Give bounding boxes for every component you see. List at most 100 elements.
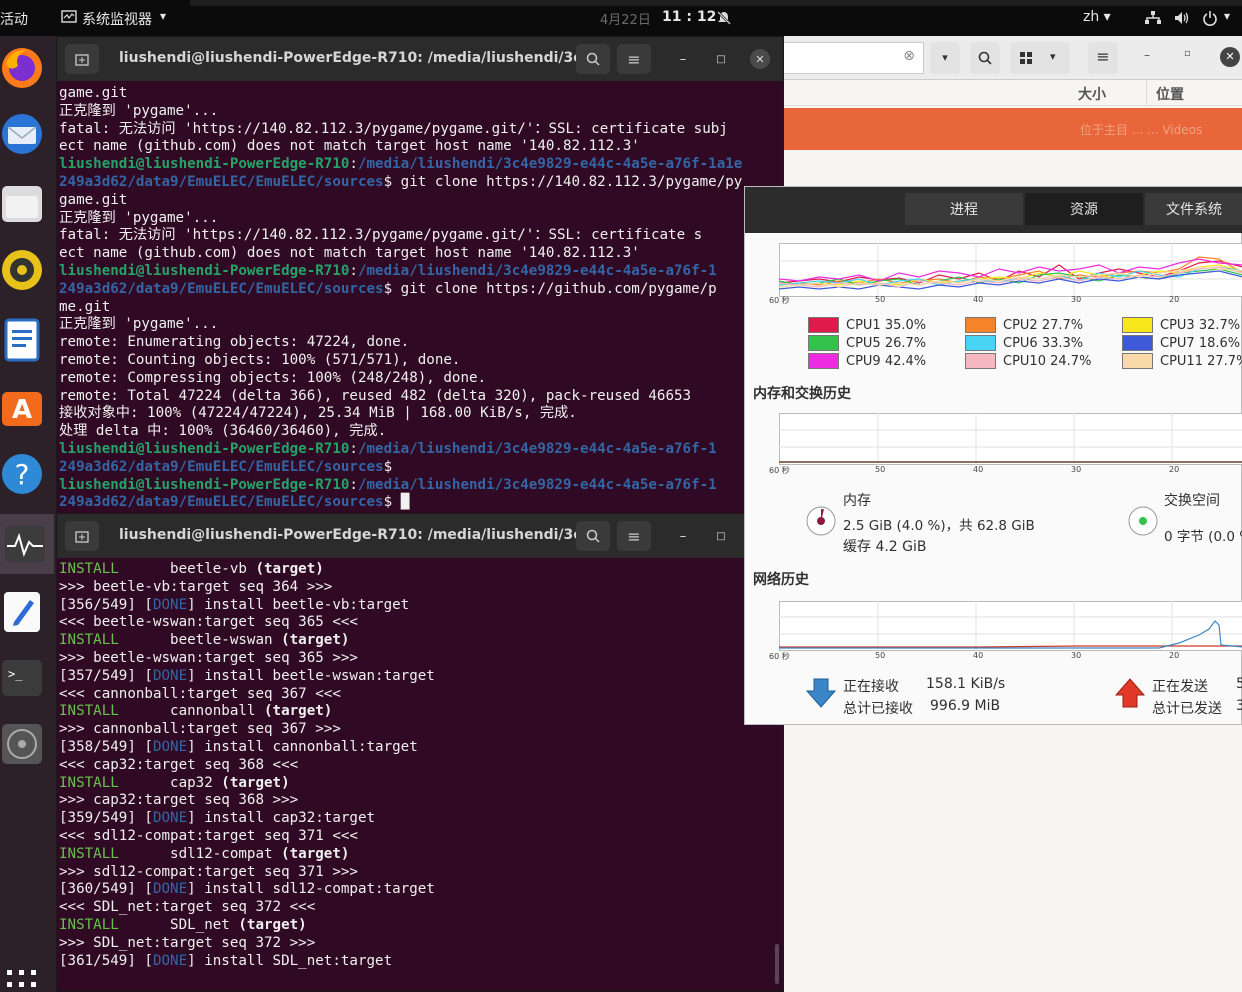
terminal-text: <<< cap32:target seq 368 <<<: [59, 756, 299, 773]
terminal-text: sdl12-compat: [118, 845, 282, 862]
new-tab-icon[interactable]: [65, 44, 99, 74]
terminal-2-output[interactable]: INSTALL beetle-vb (target) >>> beetle-vb:…: [57, 558, 783, 992]
minimize-icon[interactable]: –: [673, 49, 693, 69]
system-monitor-window[interactable]: 进程 资源 文件系统 60 秒 50 40 30 20 CPU1 35.0% C…: [744, 186, 1242, 725]
terminal-1-titlebar[interactable]: liushendi@liushendi-PowerEdge-R710: /med…: [57, 37, 783, 81]
terminal-window-1[interactable]: liushendi@liushendi-PowerEdge-R710: /med…: [56, 36, 784, 514]
terminal-line: <<< beetle-wswan:target seq 365 <<<: [59, 614, 783, 632]
cpu9-legend[interactable]: CPU9 42.4%: [808, 353, 926, 369]
search-options-dropdown[interactable]: ▾: [930, 42, 960, 74]
cpu5-value: 26.7%: [884, 335, 927, 351]
total-sent: 3: [1236, 698, 1242, 714]
cpu6-color-swatch[interactable]: [965, 335, 996, 351]
new-tab-icon[interactable]: [65, 521, 99, 551]
tab-filesystems[interactable]: 文件系统: [1145, 193, 1242, 225]
system-monitor-icon[interactable]: [3, 522, 47, 566]
terminal-search-icon[interactable]: [576, 44, 610, 74]
column-size[interactable]: 大小: [1078, 84, 1106, 104]
terminal-text: [357/549] [: [59, 667, 153, 684]
network-icon[interactable]: [1145, 11, 1161, 29]
cpu5-legend[interactable]: CPU5 26.7%: [808, 335, 926, 351]
tab-processes[interactable]: 进程: [905, 193, 1023, 225]
restore-icon[interactable]: ▫: [1184, 48, 1191, 59]
column-location[interactable]: 位置: [1156, 84, 1184, 104]
close-icon[interactable]: ✕: [1220, 47, 1240, 67]
terminal-2-titlebar[interactable]: liushendi@liushendi-PowerEdge-R710: /med…: [57, 514, 783, 558]
close-icon[interactable]: ✕: [750, 49, 770, 69]
terminal-scrollbar[interactable]: [775, 944, 779, 984]
terminal-line: <<< SDL_net:target seq 372 <<<: [59, 899, 783, 917]
system-menu-caret[interactable]: ▾: [1224, 9, 1230, 23]
cpu7-color-swatch[interactable]: [1122, 335, 1153, 351]
terminal-text: $ git clone https://github.com/pygame/p: [383, 280, 717, 297]
minimize-icon[interactable]: –: [1144, 48, 1150, 62]
cpu5-color-swatch[interactable]: [808, 335, 839, 351]
cpu1-color-swatch[interactable]: [808, 317, 839, 333]
cpu2-color-swatch[interactable]: [965, 317, 996, 333]
thunderbird-icon[interactable]: [0, 112, 44, 156]
apps-grid-icon[interactable]: [0, 964, 44, 992]
dock: A ? >_: [0, 36, 56, 992]
software-icon[interactable]: A: [0, 384, 44, 428]
help-icon[interactable]: ?: [0, 452, 44, 496]
terminal-line: 249a3d62/data9/EmuELEC/EmuELEC/sources$ …: [59, 281, 783, 299]
terminal-line: liushendi@liushendi-PowerEdge-R710:/medi…: [59, 263, 783, 281]
notification-off-icon[interactable]: [716, 10, 732, 30]
cpu11-color-swatch[interactable]: [1122, 353, 1153, 369]
terminal-window-2[interactable]: liushendi@liushendi-PowerEdge-R710: /med…: [56, 513, 784, 992]
terminal-text: INSTALL: [59, 916, 119, 933]
memory-pie-icon[interactable]: [805, 505, 837, 537]
view-toggle-button[interactable]: ▾: [1010, 42, 1070, 74]
minimize-icon[interactable]: –: [673, 526, 693, 546]
files-icon[interactable]: [0, 182, 44, 226]
clear-search-icon[interactable]: ⊗: [903, 48, 915, 64]
receive-arrow-icon[interactable]: [805, 677, 837, 709]
cpu2-legend[interactable]: CPU2 27.7%: [965, 317, 1083, 333]
app-menu-caret[interactable]: ▾: [160, 9, 166, 23]
terminal-line: 正克隆到 'pygame'...: [59, 210, 783, 228]
app-menu-label[interactable]: 系统监视器: [82, 9, 152, 29]
cpu1-legend[interactable]: CPU1 35.0%: [808, 317, 926, 333]
send-arrow-icon[interactable]: [1114, 677, 1146, 709]
disc-icon[interactable]: [0, 722, 44, 766]
file-row-location: 位于主目 ... ... Videos: [1080, 123, 1203, 137]
cpu3-legend[interactable]: CPU3 32.7%: [1122, 317, 1240, 333]
maximize-icon[interactable]: □: [711, 49, 731, 69]
terminal-icon[interactable]: >_: [0, 656, 44, 700]
power-icon[interactable]: [1202, 10, 1218, 30]
tab-resources[interactable]: 资源: [1025, 193, 1143, 225]
terminal-search-icon[interactable]: [576, 521, 610, 551]
input-method-menu[interactable]: zh ▾: [1083, 9, 1111, 25]
clock[interactable]: 11 : 12: [662, 9, 716, 25]
search-icon[interactable]: [970, 42, 1000, 74]
cpu6-legend[interactable]: CPU6 33.3%: [965, 335, 1083, 351]
cpu3-label: CPU3: [1160, 317, 1195, 333]
terminal-line: INSTALL SDL_net (target): [59, 917, 783, 935]
rhythmbox-icon[interactable]: [0, 248, 44, 292]
cpu-axis-50: 50: [875, 295, 886, 304]
terminal-menu-icon[interactable]: ≡: [617, 44, 651, 74]
cpu9-color-swatch[interactable]: [808, 353, 839, 369]
app-menu-icon[interactable]: [61, 10, 77, 28]
cpu10-legend[interactable]: CPU10 24.7%: [965, 353, 1091, 369]
swap-pie-icon[interactable]: [1127, 505, 1159, 537]
terminal-text: ] install beetle-wswan:target: [187, 667, 435, 684]
selected-file-row[interactable]: 位于主目 ... ... Videos: [784, 108, 1242, 150]
cpu10-color-swatch[interactable]: [965, 353, 996, 369]
hamburger-menu-icon[interactable]: ≡: [1088, 42, 1118, 74]
terminal-menu-icon[interactable]: ≡: [617, 521, 651, 551]
maximize-icon[interactable]: □: [711, 526, 731, 546]
cpu3-color-swatch[interactable]: [1122, 317, 1153, 333]
terminal-1-output[interactable]: game.git 正克隆到 'pygame'... fatal: 无法访问 'htt…: [57, 81, 783, 515]
terminal-text: beetle-wswan: [118, 632, 282, 649]
volume-icon[interactable]: [1174, 11, 1190, 29]
text-editor-icon[interactable]: [0, 590, 44, 634]
cpu7-legend[interactable]: CPU7 18.6%: [1122, 335, 1240, 351]
cpu11-legend[interactable]: CPU11 27.7%: [1122, 353, 1242, 369]
file-search-input[interactable]: ⊗: [784, 42, 924, 74]
activities-button[interactable]: 活动: [0, 9, 28, 29]
firefox-icon[interactable]: [0, 46, 44, 90]
receiving-label: 正在接收: [843, 679, 899, 695]
network-section-title: 网络历史: [753, 572, 809, 588]
writer-icon[interactable]: [0, 318, 44, 362]
